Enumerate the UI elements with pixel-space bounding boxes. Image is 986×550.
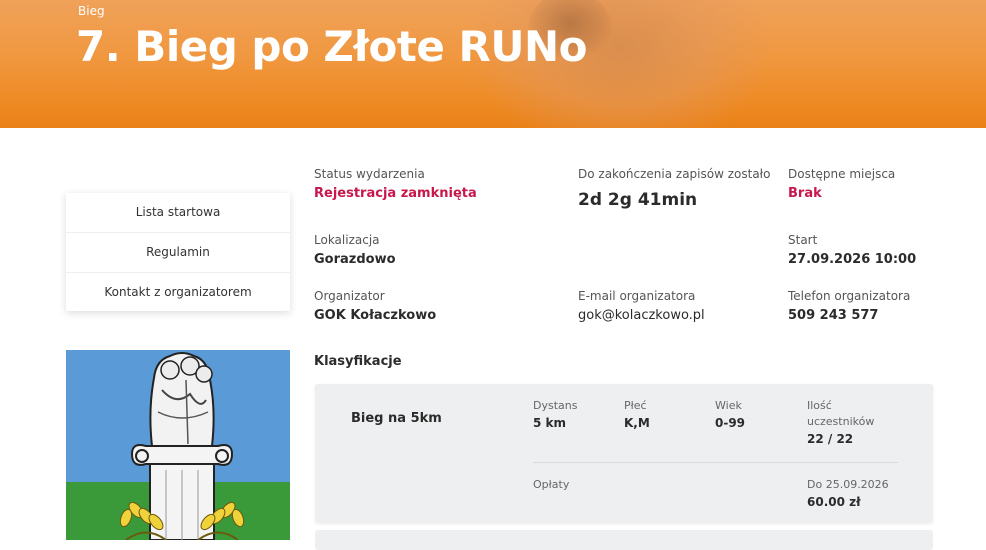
side-menu: Lista startowa Regulamin Kontakt z organ…	[66, 193, 290, 311]
countdown-value: 2d 2g 41min	[578, 190, 698, 210]
organizer-value: GOK Kołaczkowo	[314, 308, 437, 323]
municipality-crest-image	[66, 350, 290, 540]
classifications-title: Klasyfikacje	[314, 354, 402, 369]
phone-label: Telefon organizatora	[788, 289, 911, 303]
participants-label-line2: uczestników	[807, 415, 875, 428]
start-value: 27.09.2026 10:00	[788, 252, 917, 267]
classification-card[interactable]: Bieg na 5km Dystans 5 km Płeć K,M Wiek 0…	[315, 384, 933, 523]
distance-label: Dystans	[533, 399, 578, 412]
gender-label: Płeć	[624, 399, 647, 412]
event-category: Bieg	[78, 4, 105, 18]
card-divider	[533, 462, 898, 463]
fees-label: Opłaty	[533, 478, 570, 491]
organizer-label: Organizator	[314, 289, 385, 303]
classification-card-next[interactable]	[315, 530, 933, 550]
event-hero-banner: Bieg 7. Bieg po Złote RUNo	[0, 0, 986, 128]
distance-value: 5 km	[533, 416, 567, 430]
participants-label-line1: Ilość	[807, 399, 832, 412]
side-menu-start-list[interactable]: Lista startowa	[66, 193, 290, 233]
classification-name: Bieg na 5km	[351, 411, 442, 426]
status-value: Rejestracja zamknięta	[314, 186, 477, 201]
countdown-label: Do zakończenia zapisów zostało	[578, 167, 771, 181]
side-menu-regulations[interactable]: Regulamin	[66, 233, 290, 273]
crest-icon	[66, 350, 290, 540]
phone-value: 509 243 577	[788, 308, 879, 323]
location-value: Gorazdowo	[314, 252, 396, 267]
participants-value: 22 / 22	[807, 432, 854, 446]
email-label: E-mail organizatora	[578, 289, 696, 303]
location-label: Lokalizacja	[314, 233, 380, 247]
age-label: Wiek	[715, 399, 742, 412]
age-value: 0-99	[715, 416, 746, 430]
start-label: Start	[788, 233, 818, 247]
email-link[interactable]: gok@kolaczkowo.pl	[578, 308, 705, 323]
status-label: Status wydarzenia	[314, 167, 425, 181]
places-label: Dostępne miejsca	[788, 167, 896, 181]
places-value: Brak	[788, 186, 822, 201]
side-menu-contact-organizer[interactable]: Kontakt z organizatorem	[66, 273, 290, 312]
fee-date-label: Do 25.09.2026	[807, 478, 889, 491]
page-title: 7. Bieg po Złote RUNo	[76, 22, 587, 71]
gender-value: K,M	[624, 416, 650, 430]
fee-value: 60.00 zł	[807, 495, 861, 509]
